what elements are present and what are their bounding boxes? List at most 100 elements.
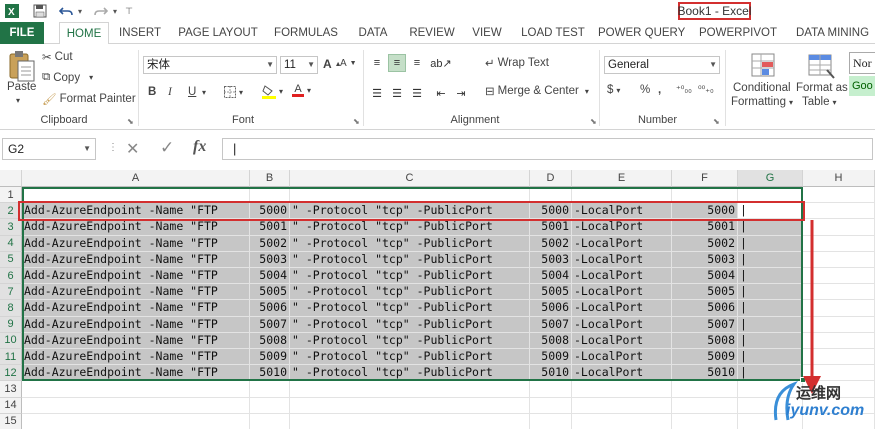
cell-b7[interactable]: 5005 — [250, 284, 290, 301]
percent-style-button[interactable]: % — [640, 84, 650, 96]
conditional-formatting-button-2[interactable]: Formatting ▾ — [731, 96, 793, 108]
cell-f10[interactable]: 5008 — [672, 332, 738, 349]
row-header[interactable]: 1 — [0, 187, 22, 204]
cell-d11[interactable]: 5009 — [530, 349, 572, 366]
cell-e10[interactable]: -LocalPort — [572, 332, 672, 349]
cell-a9[interactable]: Add-AzureEndpoint -Name "FTP — [22, 316, 250, 333]
italic-button[interactable]: I — [168, 86, 172, 98]
row-header[interactable]: 4 — [0, 235, 22, 252]
font-color-button[interactable]: A ▾ — [292, 84, 311, 97]
format-as-table-button-2[interactable]: Table ▾ — [802, 96, 837, 108]
cell-d15[interactable] — [530, 413, 572, 429]
decrease-indent-button[interactable]: ⇤ — [432, 84, 450, 102]
alignment-launcher-icon[interactable]: ⬊ — [590, 117, 597, 126]
align-right-button[interactable]: ☰ — [408, 84, 426, 102]
column-header-f[interactable]: F — [672, 170, 738, 187]
row-header[interactable]: 9 — [0, 316, 22, 333]
redo-dropdown-icon[interactable]: ▾ — [111, 3, 119, 19]
cell-g3[interactable]: | — [738, 219, 803, 236]
cell-d5[interactable]: 5003 — [530, 251, 572, 268]
row-header[interactable]: 11 — [0, 349, 22, 366]
clipboard-launcher-icon[interactable]: ⬊ — [127, 117, 134, 126]
tab-home[interactable]: HOME — [59, 22, 109, 45]
fill-color-button[interactable]: ▾ — [262, 84, 283, 99]
cell-d10[interactable]: 5008 — [530, 332, 572, 349]
cell-c14[interactable] — [290, 397, 530, 414]
formula-input[interactable]: | — [222, 138, 873, 160]
cell-g9[interactable]: | — [738, 316, 803, 333]
cell-a12[interactable]: Add-AzureEndpoint -Name "FTP — [22, 365, 250, 382]
cell-h2[interactable] — [803, 203, 875, 220]
redo-icon[interactable] — [93, 3, 109, 19]
cell-f13[interactable] — [672, 381, 738, 398]
cell-d12[interactable]: 5010 — [530, 365, 572, 382]
tab-file[interactable]: FILE — [0, 22, 44, 44]
cell-e13[interactable] — [572, 381, 672, 398]
wrap-text-button[interactable]: ↵ Wrap Text — [485, 56, 549, 70]
tab-power-query[interactable]: POWER QUERY — [598, 22, 685, 44]
cell-d7[interactable]: 5005 — [530, 284, 572, 301]
cell-d4[interactable]: 5002 — [530, 235, 572, 252]
cell-g12[interactable]: | — [738, 365, 803, 382]
cell-g8[interactable]: | — [738, 300, 803, 317]
paste-dropdown-icon[interactable]: ▾ — [16, 96, 20, 105]
cell-d6[interactable]: 5004 — [530, 268, 572, 285]
increase-indent-button[interactable]: ⇥ — [452, 84, 470, 102]
cell-e7[interactable]: -LocalPort — [572, 284, 672, 301]
insert-function-icon[interactable]: fx — [193, 138, 206, 156]
cell-g2[interactable]: | — [738, 203, 803, 220]
cell-b9[interactable]: 5007 — [250, 316, 290, 333]
tab-data-mining[interactable]: DATA MINING — [790, 22, 875, 44]
cell-f4[interactable]: 5002 — [672, 235, 738, 252]
comma-style-button[interactable]: , — [658, 84, 661, 96]
underline-button[interactable]: U — [188, 86, 196, 98]
decrease-decimal-button[interactable]: ⁰⁰₊₀ — [698, 84, 714, 95]
save-icon[interactable] — [32, 3, 48, 19]
tab-formulas[interactable]: FORMULAS — [270, 22, 342, 44]
cell-f9[interactable]: 5007 — [672, 316, 738, 333]
row-header[interactable]: 13 — [0, 381, 22, 398]
style-good[interactable]: Goo — [849, 76, 875, 96]
cell-c3[interactable]: " -Protocol "tcp" -PublicPort — [290, 219, 530, 236]
cell-a2[interactable]: Add-AzureEndpoint -Name "FTP — [22, 203, 250, 220]
cell-f14[interactable] — [672, 397, 738, 414]
cell-a3[interactable]: Add-AzureEndpoint -Name "FTP — [22, 219, 250, 236]
align-middle-button[interactable]: ≡ — [388, 54, 406, 72]
cell-d3[interactable]: 5001 — [530, 219, 572, 236]
align-top-button[interactable]: ≡ — [368, 54, 386, 72]
cell-e8[interactable]: -LocalPort — [572, 300, 672, 317]
cell-f5[interactable]: 5003 — [672, 251, 738, 268]
cell-a7[interactable]: Add-AzureEndpoint -Name "FTP — [22, 284, 250, 301]
cell-b14[interactable] — [250, 397, 290, 414]
cell-e4[interactable]: -LocalPort — [572, 235, 672, 252]
align-center-button[interactable]: ☰ — [388, 84, 406, 102]
cell-f6[interactable]: 5004 — [672, 268, 738, 285]
accounting-format-button[interactable]: $ ▾ — [607, 84, 620, 96]
cell-g6[interactable]: | — [738, 268, 803, 285]
cell-f12[interactable]: 5010 — [672, 365, 738, 382]
cell-a5[interactable]: Add-AzureEndpoint -Name "FTP — [22, 251, 250, 268]
bold-button[interactable]: B — [148, 86, 156, 98]
column-header-c[interactable]: C — [290, 170, 530, 187]
row-header[interactable]: 5 — [0, 251, 22, 268]
cell-c7[interactable]: " -Protocol "tcp" -PublicPort — [290, 284, 530, 301]
cell-f3[interactable]: 5001 — [672, 219, 738, 236]
format-as-table-icon[interactable] — [806, 52, 836, 80]
column-header-g[interactable]: G — [738, 170, 803, 187]
cell-f15[interactable] — [672, 413, 738, 429]
borders-button[interactable]: ▾ — [224, 86, 243, 98]
name-box[interactable]: G2 ▼ — [2, 138, 96, 160]
row-header[interactable]: 8 — [0, 300, 22, 317]
format-painter-button[interactable]: 🖌 Format Painter — [42, 92, 136, 106]
tab-page-layout[interactable]: PAGE LAYOUT — [175, 22, 261, 44]
cell-d2[interactable]: 5000 — [530, 203, 572, 220]
number-format-dropdown[interactable]: General ▼ — [604, 56, 720, 74]
row-header[interactable]: 14 — [0, 397, 22, 414]
cell-g11[interactable]: | — [738, 349, 803, 366]
cell-g7[interactable]: | — [738, 284, 803, 301]
cell-e5[interactable]: -LocalPort — [572, 251, 672, 268]
paste-button[interactable]: Paste — [7, 81, 36, 93]
font-size-dropdown[interactable]: 11 ▼ — [280, 56, 318, 74]
cell-a8[interactable]: Add-AzureEndpoint -Name "FTP — [22, 300, 250, 317]
cell-b8[interactable]: 5006 — [250, 300, 290, 317]
